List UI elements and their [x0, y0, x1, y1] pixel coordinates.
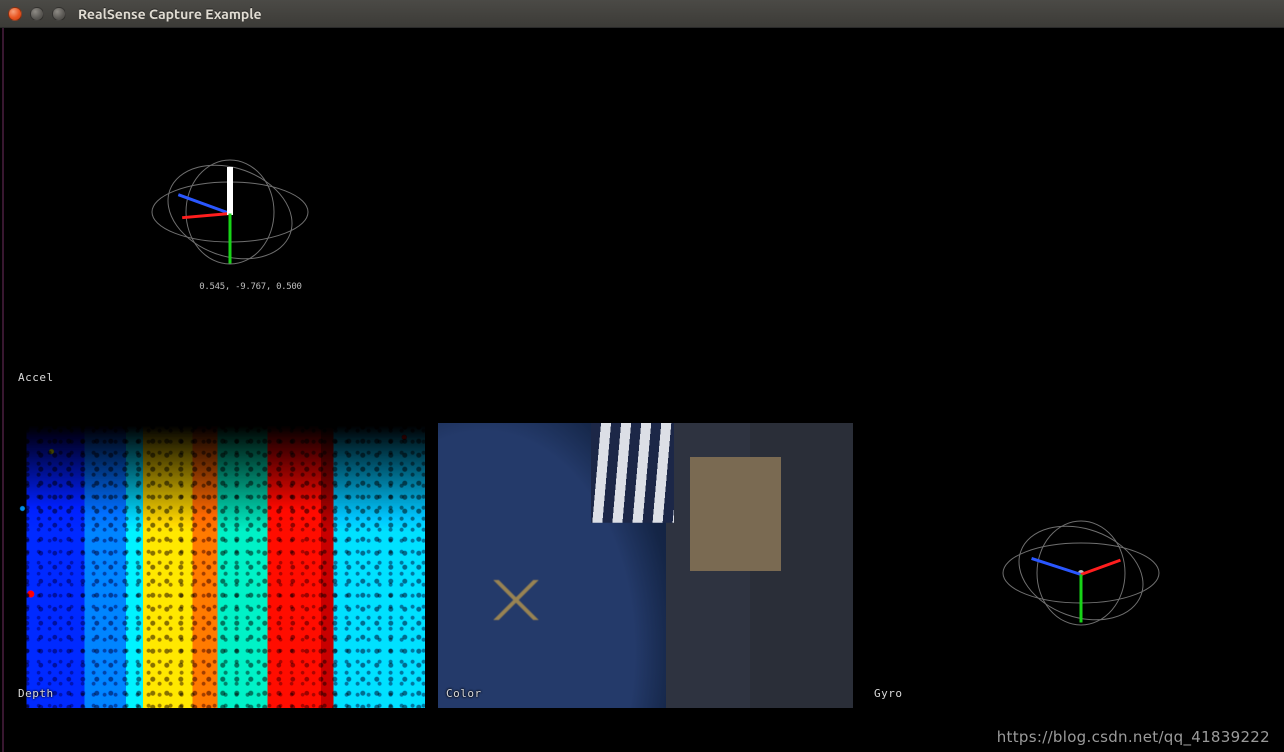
accel-vector-icon	[227, 167, 233, 215]
minimize-icon[interactable]	[30, 7, 44, 21]
accel-gimbal-icon: 0.545, -9.767, 0.500	[140, 142, 320, 282]
gyro-gimbal-icon	[991, 503, 1171, 643]
app-viewport: 0.545, -9.767, 0.500 Accel Depth Color	[0, 28, 1284, 752]
watermark: https://blog.csdn.net/qq_41839222	[997, 728, 1270, 746]
title-bar: RealSense Capture Example	[0, 0, 1284, 28]
window-controls	[8, 7, 66, 21]
stream-depth: Depth	[10, 423, 425, 708]
color-image	[438, 423, 853, 708]
stream-label-accel: Accel	[18, 371, 54, 384]
depth-image	[10, 423, 425, 708]
axis-y-icon	[1080, 575, 1083, 623]
stream-gyro: Gyro	[866, 423, 1281, 708]
stream-label-depth: Depth	[18, 687, 54, 700]
stream-color: Color	[438, 423, 853, 708]
maximize-icon[interactable]	[52, 7, 66, 21]
stream-accel: 0.545, -9.767, 0.500 Accel	[10, 32, 430, 392]
stream-label-gyro: Gyro	[874, 687, 903, 700]
accel-readout: 0.545, -9.767, 0.500	[199, 282, 301, 292]
close-icon[interactable]	[8, 7, 22, 21]
stream-label-color: Color	[446, 687, 482, 700]
window-title: RealSense Capture Example	[78, 6, 262, 22]
axis-y-icon	[229, 214, 232, 264]
